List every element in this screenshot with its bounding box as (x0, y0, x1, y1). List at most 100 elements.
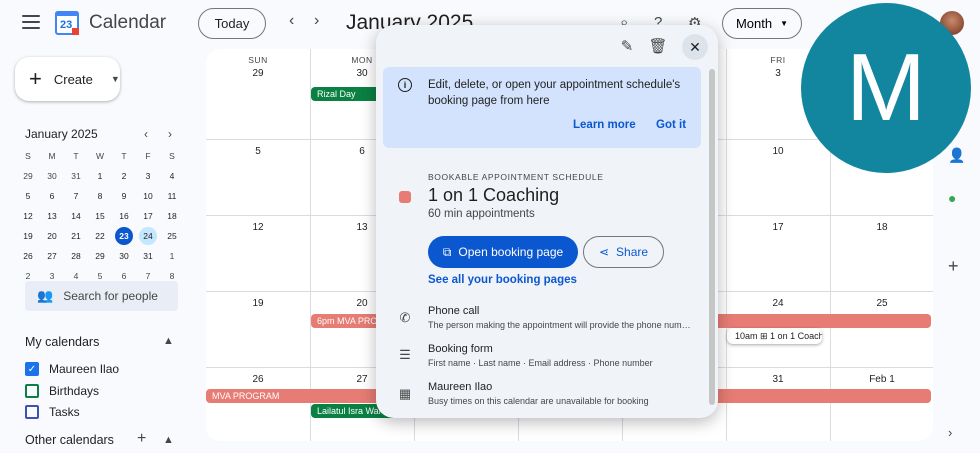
mini-day[interactable]: 5 (16, 186, 40, 206)
mini-day[interactable]: 15 (88, 206, 112, 226)
mini-calendar-grid: S M T W T F S 29 30 31 1 2 3 4 5 6 7 8 9 10 11 12 13 14 15 16 17 18… (16, 146, 184, 286)
mini-day[interactable]: 12 (16, 206, 40, 226)
mini-day[interactable]: 27 (40, 246, 64, 266)
day-number[interactable]: 19 (206, 298, 310, 309)
mini-day[interactable]: 30 (40, 166, 64, 186)
mini-day[interactable]: 26 (16, 246, 40, 266)
day-number[interactable]: 12 (206, 222, 310, 233)
day-number[interactable]: 17 (726, 222, 830, 233)
mini-day[interactable]: 18 (160, 206, 184, 226)
event-chip-coaching[interactable]: 10am ⊞ 1 on 1 Coaching (727, 328, 822, 344)
close-icon[interactable]: ✕ (682, 34, 708, 60)
checkbox-unchecked[interactable] (25, 384, 39, 398)
schedule-title: 1 on 1 Coaching (428, 185, 560, 205)
maps-icon[interactable]: ● (948, 190, 956, 206)
day-number[interactable]: 5 (206, 146, 310, 157)
chevron-up-icon[interactable]: ▲ (163, 335, 174, 347)
mini-day-number: 3 (49, 271, 55, 281)
day-number[interactable]: 18 (830, 222, 933, 233)
share-button[interactable]: ⋖ Share (583, 236, 664, 268)
prev-month-chevron-icon[interactable]: ‹ (289, 12, 294, 30)
mini-day[interactable]: 6 (40, 186, 64, 206)
calendar-item-maureen[interactable]: ✓ Maureen Ilao (25, 362, 119, 376)
mini-day[interactable]: 16 (112, 206, 136, 226)
today-button[interactable]: Today (198, 8, 266, 39)
open-booking-page-button[interactable]: ⧉ Open booking page (428, 236, 578, 268)
calendar-item-tasks[interactable]: Tasks (25, 405, 80, 419)
day-number[interactable]: 24 (726, 298, 830, 309)
mini-day[interactable]: 19 (16, 226, 40, 246)
mini-day[interactable]: 31 (136, 246, 160, 266)
view-selector-button[interactable]: Month ▼ (722, 8, 802, 39)
contacts-icon[interactable]: 👤 (948, 147, 965, 164)
mini-day[interactable]: 21 (64, 226, 88, 246)
mini-next-chevron-icon[interactable]: › (168, 127, 172, 141)
mini-day[interactable]: 17 (136, 206, 160, 226)
add-addon-plus-icon[interactable]: + (948, 256, 959, 277)
mini-day[interactable]: 29 (88, 246, 112, 266)
mini-day[interactable]: 23 (112, 226, 136, 246)
calendar-item-label: Tasks (49, 405, 80, 419)
checkbox-unchecked[interactable] (25, 405, 39, 419)
mini-day[interactable]: 11 (160, 186, 184, 206)
mini-day[interactable]: 24 (136, 226, 160, 246)
mini-day[interactable]: 1 (160, 246, 184, 266)
learn-more-link[interactable]: Learn more (573, 119, 636, 131)
event-chip-label: 10am ⊞ 1 on 1 Coaching (735, 330, 822, 341)
mini-day[interactable]: 28 (64, 246, 88, 266)
other-calendars-title[interactable]: Other calendars (25, 433, 114, 447)
detail-sub-form: First name · Last name · Email address ·… (428, 358, 653, 368)
mini-day-number: 18 (167, 211, 177, 221)
create-button[interactable]: + Create ▼ (15, 57, 120, 101)
mini-day-number: 19 (23, 231, 33, 241)
mini-day[interactable]: 14 (64, 206, 88, 226)
mini-day[interactable]: 9 (112, 186, 136, 206)
mini-day-number: 23 (115, 227, 133, 245)
mini-day[interactable]: 25 (160, 226, 184, 246)
popup-scrollbar[interactable] (709, 69, 715, 405)
mini-calendar-title: January 2025 (25, 127, 98, 141)
mini-day[interactable]: 31 (64, 166, 88, 186)
delete-trash-icon[interactable]: 🗑 (648, 37, 668, 55)
day-number[interactable]: 26 (206, 374, 310, 385)
mini-day[interactable]: 7 (64, 186, 88, 206)
mini-day-number: 2 (121, 171, 127, 181)
mini-day[interactable]: 2 (112, 166, 136, 186)
day-number[interactable]: 25 (830, 298, 933, 309)
day-number[interactable]: Feb 1 (830, 374, 933, 385)
calendar-item-birthdays[interactable]: Birthdays (25, 384, 99, 398)
mini-dow-label: F (145, 151, 151, 161)
day-number[interactable]: 29 (206, 68, 310, 79)
mini-day-number: 1 (169, 251, 175, 261)
my-calendars-title[interactable]: My calendars (25, 335, 99, 349)
add-calendar-plus-icon[interactable]: + (137, 430, 146, 448)
side-panel-chevron-icon[interactable]: › (948, 425, 952, 440)
day-number[interactable]: 10 (726, 146, 830, 157)
see-all-booking-pages-link[interactable]: See all your booking pages (428, 274, 577, 286)
mini-day[interactable]: 3 (136, 166, 160, 186)
phone-icon: ✆ (399, 310, 411, 325)
calendar-icon: ▦ (398, 386, 412, 401)
mini-day[interactable]: 10 (136, 186, 160, 206)
mini-day[interactable]: 29 (16, 166, 40, 186)
share-label: Share (616, 245, 649, 259)
mini-prev-chevron-icon[interactable]: ‹ (144, 127, 148, 141)
mini-day-number: 15 (95, 211, 105, 221)
next-month-chevron-icon[interactable]: › (314, 12, 319, 30)
mini-day[interactable]: 22 (88, 226, 112, 246)
checkbox-checked[interactable]: ✓ (25, 362, 39, 376)
mini-day[interactable]: 8 (88, 186, 112, 206)
mini-day[interactable]: 20 (40, 226, 64, 246)
mini-day[interactable]: 4 (160, 166, 184, 186)
chevron-up-icon[interactable]: ▲ (163, 434, 174, 446)
open-booking-label: Open booking page (458, 245, 564, 259)
day-number[interactable]: 31 (726, 374, 830, 385)
mini-day[interactable]: 13 (40, 206, 64, 226)
mini-day-number: 20 (47, 231, 57, 241)
main-menu-button[interactable] (22, 15, 40, 29)
edit-pencil-icon[interactable]: ✎ (617, 37, 637, 55)
search-people-input[interactable]: 👥 Search for people (25, 281, 178, 311)
mini-day[interactable]: 30 (112, 246, 136, 266)
got-it-button[interactable]: Got it (656, 119, 686, 131)
mini-day[interactable]: 1 (88, 166, 112, 186)
